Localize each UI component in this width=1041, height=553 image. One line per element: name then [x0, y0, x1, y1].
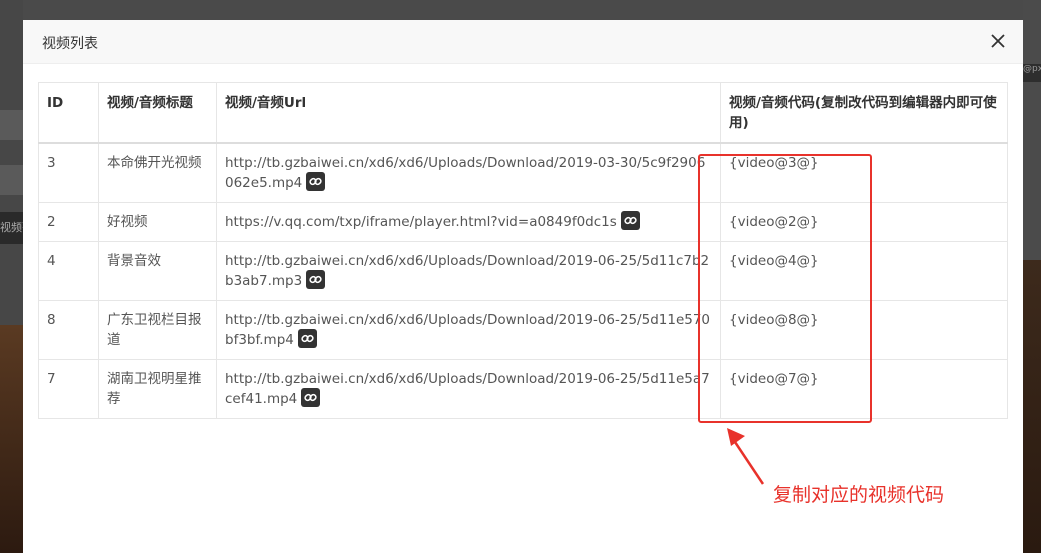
link-icon[interactable]	[620, 210, 640, 230]
background-image	[0, 325, 23, 553]
table-header-row: ID 视频/音频标题 视频/音频Url 视频/音频代码(复制改代码到编辑器内即可…	[38, 82, 1008, 144]
header-id: ID	[38, 82, 99, 144]
background-right-tag: @px	[1023, 64, 1041, 82]
arrow-icon	[727, 428, 765, 485]
url-text: http://tb.gzbaiwei.cn/xd6/xd6/Uploads/Do…	[225, 371, 710, 407]
cell-url: http://tb.gzbaiwei.cn/xd6/xd6/Uploads/Do…	[216, 142, 721, 203]
header-url: 视频/音频Url	[216, 82, 721, 144]
background-strip	[0, 110, 23, 140]
background-left-label: 视频列表	[0, 212, 23, 244]
highlight-box	[698, 154, 872, 423]
cell-url: https://v.qq.com/txp/iframe/player.html?…	[216, 202, 721, 242]
url-text: http://tb.gzbaiwei.cn/xd6/xd6/Uploads/Do…	[225, 155, 706, 191]
url-text: https://v.qq.com/txp/iframe/player.html?…	[225, 214, 617, 230]
background-strip	[0, 165, 23, 195]
link-icon[interactable]	[297, 328, 317, 348]
header-title: 视频/音频标题	[98, 82, 217, 144]
background-image	[1023, 260, 1041, 553]
cell-url: http://tb.gzbaiwei.cn/xd6/xd6/Uploads/Do…	[216, 241, 721, 301]
cell-title: 背景音效	[98, 241, 217, 301]
cell-url: http://tb.gzbaiwei.cn/xd6/xd6/Uploads/Do…	[216, 359, 721, 419]
cell-title: 广东卫视栏目报道	[98, 300, 217, 360]
cell-id: 2	[38, 202, 99, 242]
link-icon[interactable]	[306, 269, 326, 289]
link-icon[interactable]	[306, 171, 326, 191]
cell-id: 3	[38, 142, 99, 203]
cell-title: 湖南卫视明星推荐	[98, 359, 217, 419]
annotation-text: 复制对应的视频代码	[773, 484, 945, 506]
background-left-panel: 视频列表	[0, 0, 23, 553]
modal-title: 视频列表	[42, 36, 98, 52]
close-icon[interactable]	[989, 32, 1007, 50]
modal-header: 视频列表	[23, 20, 1023, 64]
link-icon[interactable]	[301, 387, 321, 407]
background-right-panel: @px	[1023, 0, 1041, 553]
cell-title: 好视频	[98, 202, 217, 242]
cell-id: 7	[38, 359, 99, 419]
url-text: http://tb.gzbaiwei.cn/xd6/xd6/Uploads/Do…	[225, 253, 710, 289]
cell-title: 本命佛开光视频	[98, 142, 217, 203]
cell-id: 4	[38, 241, 99, 301]
cell-url: http://tb.gzbaiwei.cn/xd6/xd6/Uploads/Do…	[216, 300, 721, 360]
video-list-modal: 视频列表 ID 视频/音频标题 视频/音频Url 视频/音频代码(复制改代码到编…	[23, 20, 1023, 553]
cell-id: 8	[38, 300, 99, 360]
header-code: 视频/音频代码(复制改代码到编辑器内即可使用)	[720, 82, 1008, 144]
